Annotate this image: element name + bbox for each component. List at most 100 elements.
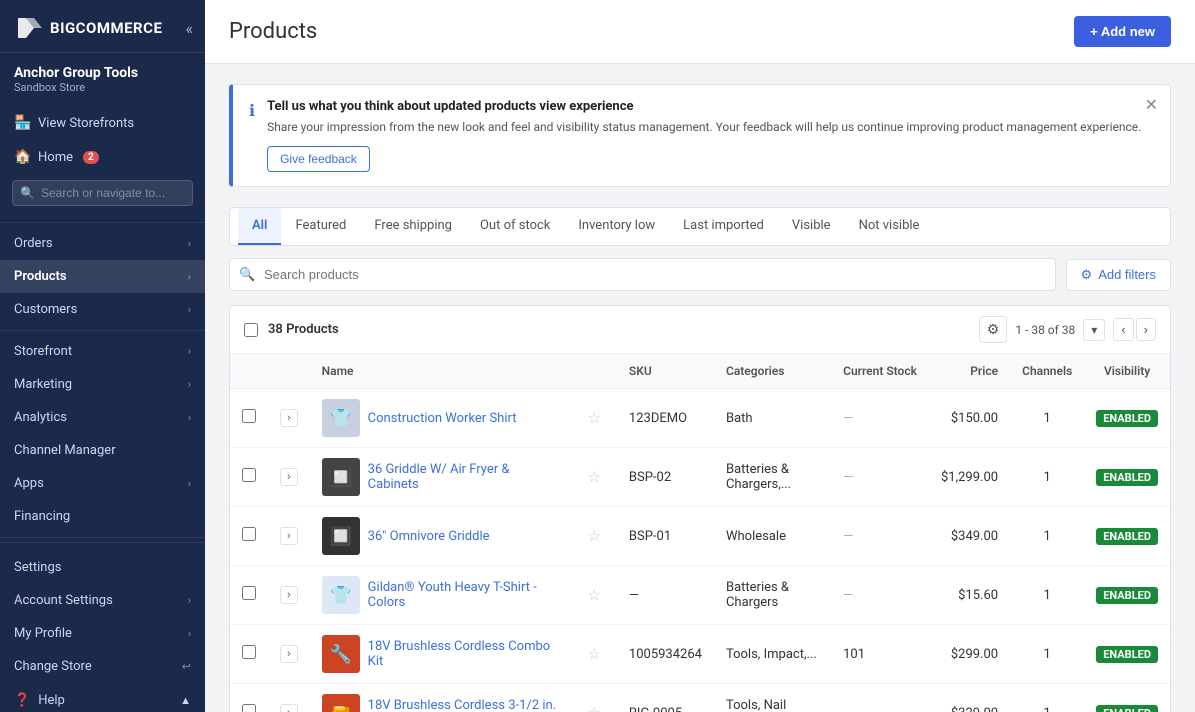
banner-close-button[interactable]: ✕: [1145, 95, 1158, 114]
chevron-icon: ›: [188, 594, 191, 607]
product-channels: 1: [1010, 389, 1084, 448]
sidebar-item-view-storefronts[interactable]: 🏪 View Storefronts: [0, 106, 205, 140]
sidebar-collapse-button[interactable]: «: [185, 19, 193, 38]
product-name-link[interactable]: Gildan® Youth Heavy T-Shirt - Colors: [368, 580, 560, 610]
home-badge: 2: [83, 151, 99, 164]
search-icon: 🔍: [239, 267, 255, 282]
table-header-row: Name SKU Categories Current Stock Price …: [230, 354, 1170, 389]
sidebar: BIGCOMMERCE « Anchor Group Tools Sandbox…: [0, 0, 205, 712]
visibility-badge: ENABLED: [1096, 705, 1158, 712]
filter-tab-not-visible[interactable]: Not visible: [845, 208, 934, 245]
product-cell: 👕 Construction Worker Shirt: [322, 399, 560, 437]
filter-icon: ⚙: [1081, 267, 1093, 283]
main-content-area: Products + Add new ℹ Tell us what you th…: [205, 0, 1195, 712]
row-checkbox[interactable]: [242, 527, 256, 541]
product-name-link[interactable]: 18V Brushless Cordless 3-1/2 in. Framing…: [368, 698, 560, 712]
page-title: Products: [229, 19, 317, 44]
col-channels: Channels: [1010, 354, 1084, 389]
store-subtitle: Sandbox Store: [14, 81, 191, 94]
sidebar-search-icon: 🔍: [20, 186, 35, 200]
sidebar-item-products[interactable]: Products ›: [0, 260, 205, 293]
sidebar-item-account-settings[interactable]: Account Settings ›: [0, 584, 205, 617]
favorite-button[interactable]: ☆: [583, 704, 604, 712]
expand-button[interactable]: ›: [280, 468, 298, 486]
filter-tab-free-shipping[interactable]: Free shipping: [360, 208, 466, 245]
col-name: Name: [310, 354, 572, 389]
page-header: Products + Add new: [205, 0, 1195, 64]
give-feedback-button[interactable]: Give feedback: [267, 146, 370, 172]
row-checkbox[interactable]: [242, 645, 256, 659]
favorite-button[interactable]: ☆: [583, 527, 604, 545]
banner-title: Tell us what you think about updated pro…: [267, 99, 1154, 114]
filter-tab-out-of-stock[interactable]: Out of stock: [466, 208, 564, 245]
filter-tab-all[interactable]: All: [238, 208, 281, 245]
expand-button[interactable]: ›: [280, 527, 298, 545]
product-price: $150.00: [929, 389, 1010, 448]
filter-tab-featured[interactable]: Featured: [281, 208, 360, 245]
table-row: › 🔧 18V Brushless Cordless Combo Kit ☆ 1…: [230, 625, 1170, 684]
expand-button[interactable]: ›: [280, 409, 298, 427]
favorite-button[interactable]: ☆: [583, 586, 604, 604]
change-store-icon: ↩: [182, 660, 191, 673]
sidebar-item-settings[interactable]: Settings: [0, 551, 205, 584]
chevron-icon: ›: [188, 411, 191, 424]
sidebar-item-financing[interactable]: Financing: [0, 500, 205, 533]
row-checkbox[interactable]: [242, 409, 256, 423]
store-name: Anchor Group Tools: [14, 65, 191, 81]
sidebar-item-analytics[interactable]: Analytics ›: [0, 401, 205, 434]
sidebar-item-customers[interactable]: Customers ›: [0, 293, 205, 326]
sidebar-item-change-store[interactable]: Change Store ↩: [0, 650, 205, 683]
product-name-link[interactable]: 36 Griddle W/ Air Fryer & Cabinets: [368, 462, 560, 492]
logo: BIGCOMMERCE: [12, 14, 162, 42]
search-input[interactable]: [229, 258, 1056, 291]
next-page-button[interactable]: ›: [1136, 318, 1156, 341]
product-name-link[interactable]: 36" Omnivore Griddle: [368, 529, 490, 544]
favorite-button[interactable]: ☆: [583, 468, 604, 486]
product-channels: 1: [1010, 684, 1084, 712]
table-row: › 👕 Gildan® Youth Heavy T-Shirt - Colors…: [230, 566, 1170, 625]
page-size-dropdown[interactable]: ▾: [1083, 319, 1105, 341]
table-settings-button[interactable]: ⚙: [979, 316, 1008, 343]
sidebar-item-marketing[interactable]: Marketing ›: [0, 368, 205, 401]
expand-button[interactable]: ›: [280, 704, 298, 712]
favorite-button[interactable]: ☆: [583, 645, 604, 663]
filter-tab-last-imported[interactable]: Last imported: [669, 208, 778, 245]
product-name-link[interactable]: Construction Worker Shirt: [368, 411, 517, 426]
sidebar-search-input[interactable]: [12, 180, 193, 206]
sidebar-item-help[interactable]: ❓ Help ▲: [0, 683, 205, 712]
products-table-wrap: 38 Products ⚙ 1 - 38 of 38 ▾ ‹ ›: [229, 305, 1171, 712]
filter-tab-visible[interactable]: Visible: [778, 208, 845, 245]
prev-page-button[interactable]: ‹: [1113, 318, 1133, 341]
add-new-button[interactable]: + Add new: [1074, 16, 1171, 47]
favorite-button[interactable]: ☆: [583, 409, 604, 427]
sidebar-item-apps[interactable]: Apps ›: [0, 467, 205, 500]
sidebar-item-orders[interactable]: Orders ›: [0, 227, 205, 260]
product-count: 38 Products: [268, 322, 339, 337]
product-visibility: ENABLED: [1084, 566, 1170, 625]
product-price: $15.60: [929, 566, 1010, 625]
sidebar-item-my-profile[interactable]: My Profile ›: [0, 617, 205, 650]
sidebar-item-home[interactable]: 🏠 Home 2: [0, 140, 205, 174]
select-all-checkbox[interactable]: [244, 323, 258, 337]
product-categories: Tools, Impact,...: [714, 625, 831, 684]
filter-tab-inventory-low[interactable]: Inventory low: [564, 208, 669, 245]
sidebar-item-channel-manager[interactable]: Channel Manager: [0, 434, 205, 467]
pagination-nav: ‹ ›: [1113, 318, 1156, 341]
expand-button[interactable]: ›: [280, 645, 298, 663]
product-visibility: ENABLED: [1084, 625, 1170, 684]
sidebar-item-label: Change Store: [14, 659, 92, 674]
col-sku: SKU: [617, 354, 714, 389]
sidebar-item-storefront[interactable]: Storefront ›: [0, 335, 205, 368]
row-checkbox[interactable]: [242, 704, 256, 712]
product-name-link[interactable]: 18V Brushless Cordless Combo Kit: [368, 639, 560, 669]
col-visibility: Visibility: [1084, 354, 1170, 389]
storefronts-icon: 🏪: [14, 115, 30, 131]
row-checkbox[interactable]: [242, 586, 256, 600]
sidebar-item-label: Home: [38, 150, 73, 165]
col-price: Price: [929, 354, 1010, 389]
product-price: $349.00: [929, 507, 1010, 566]
expand-button[interactable]: ›: [280, 586, 298, 604]
chevron-icon: ›: [188, 477, 191, 490]
row-checkbox[interactable]: [242, 468, 256, 482]
add-filters-button[interactable]: ⚙ Add filters: [1066, 259, 1171, 291]
